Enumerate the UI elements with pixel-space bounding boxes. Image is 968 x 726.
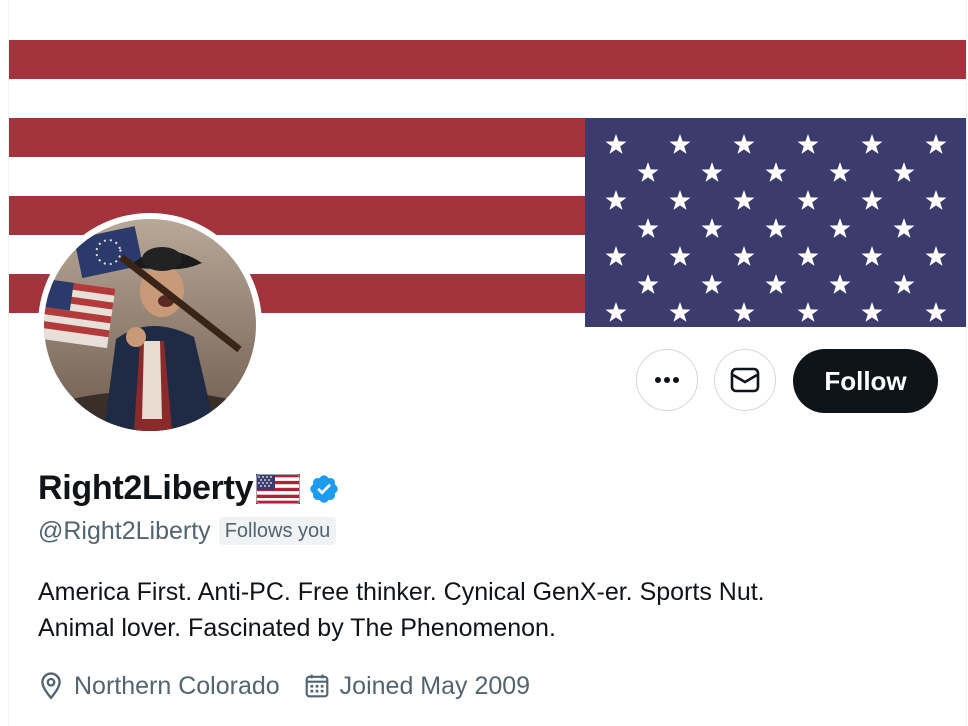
message-button[interactable] (714, 349, 776, 411)
profile-avatar[interactable] (38, 213, 262, 437)
location-text: Northern Colorado (74, 671, 280, 700)
follows-you-badge: Follows you (218, 517, 337, 545)
profile-meta: Northern Colorado Joined May 2009 (38, 668, 530, 704)
colonial-soldier-avatar-image (44, 219, 256, 431)
location-item: Northern Colorado (38, 672, 280, 701)
calendar-icon (305, 674, 329, 698)
name-row: Right2Liberty (38, 468, 340, 508)
joined-item: Joined May 2009 (304, 672, 530, 701)
more-button[interactable] (636, 349, 698, 411)
joined-text: Joined May 2009 (339, 671, 531, 700)
follow-button[interactable]: Follow (793, 349, 938, 413)
envelope-icon (730, 367, 760, 393)
handle-row: @Right2Liberty Follows you (38, 514, 337, 548)
us-flag-emoji-icon (256, 474, 301, 504)
location-pin-icon (41, 672, 61, 700)
handle: @Right2Liberty (38, 516, 211, 545)
bio-line: America First. Anti-PC. Free thinker. Cy… (38, 578, 765, 606)
more-icon (655, 377, 679, 383)
bio: America First. Anti-PC. Free thinker. Cy… (38, 574, 918, 646)
verified-badge-icon[interactable] (308, 473, 340, 505)
right-border (966, 0, 967, 726)
display-name: Right2Liberty (38, 468, 254, 507)
bio-line: Animal lover. Fascinated by The Phenomen… (38, 614, 556, 642)
